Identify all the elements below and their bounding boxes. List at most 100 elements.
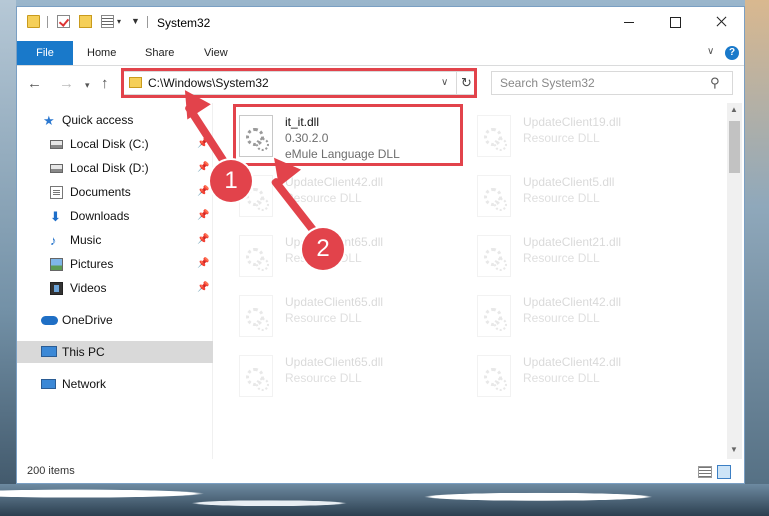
tab-share[interactable]: Share: [145, 41, 174, 65]
file-tile[interactable]: UpdateClient65.dll Resource DLL: [217, 349, 449, 401]
item-count: 200 items: [27, 465, 75, 477]
vertical-scrollbar[interactable]: ▲ ▼: [727, 103, 742, 459]
ribbon-tabs: File Home Share View ∨ ?: [17, 41, 744, 65]
tab-view[interactable]: View: [204, 41, 228, 65]
maximize-button[interactable]: [652, 7, 698, 37]
file-description: Resource DLL: [523, 191, 600, 205]
customize-toolbar-icon[interactable]: ▼: [131, 16, 140, 26]
up-arrow-icon[interactable]: ↑: [101, 75, 109, 92]
title-divider: [147, 16, 148, 28]
file-description: Resource DLL: [523, 131, 600, 145]
pin-icon[interactable]: 📌: [197, 210, 209, 221]
dll-file-icon: [239, 235, 273, 277]
tab-home[interactable]: Home: [87, 41, 116, 65]
minimize-button[interactable]: [606, 7, 652, 37]
sidebar-item-label: Music: [70, 233, 102, 247]
dll-file-icon: [239, 295, 273, 337]
scroll-up-icon[interactable]: ▲: [730, 105, 738, 114]
forward-arrow-icon[interactable]: →: [59, 75, 74, 92]
pin-icon[interactable]: 📌: [197, 186, 209, 197]
disk-icon: [50, 140, 63, 149]
properties-icon[interactable]: [101, 15, 114, 28]
sidebar-item-downloads[interactable]: ⬇ Downloads 📌: [17, 205, 213, 227]
search-input[interactable]: Search System32 ⚲: [491, 71, 733, 95]
sidebar-item-label: This PC: [62, 345, 105, 359]
desktop-background-right: [745, 0, 769, 516]
file-description: Resource DLL: [285, 371, 362, 385]
file-tile[interactable]: UpdateClient42.dll Resource DLL: [217, 169, 449, 221]
sidebar-item-label: Documents: [70, 185, 131, 199]
ribbon-divider: [17, 65, 744, 66]
recent-locations-icon[interactable]: ▾: [85, 80, 90, 91]
file-tile[interactable]: UpdateClient19.dll Resource DLL: [455, 109, 687, 161]
sidebar-item-label: Downloads: [70, 209, 130, 223]
sidebar-item-network[interactable]: Network: [17, 373, 213, 395]
file-description: Resource DLL: [523, 371, 600, 385]
pin-icon[interactable]: 📌: [197, 162, 209, 173]
file-highlight: [233, 104, 463, 166]
details-view-icon[interactable]: [698, 466, 712, 478]
pin-icon[interactable]: 📌: [197, 258, 209, 269]
back-arrow-icon[interactable]: ←: [27, 75, 42, 92]
file-name: UpdateClient42.dll: [285, 175, 384, 189]
sidebar-item-documents[interactable]: Documents 📌: [17, 181, 213, 203]
videos-icon: [50, 282, 63, 295]
file-description: Resource DLL: [523, 251, 600, 265]
file-tile[interactable]: UpdateClient42.dll Resource DLL: [455, 289, 687, 341]
pictures-icon: [50, 258, 63, 271]
tab-file[interactable]: File: [17, 41, 73, 65]
scroll-down-icon[interactable]: ▼: [730, 445, 738, 454]
pin-icon[interactable]: 📌: [197, 282, 209, 293]
search-placeholder: Search System32: [500, 76, 595, 90]
dll-file-icon: [477, 175, 511, 217]
desktop-background-bottom: [0, 484, 769, 516]
file-name: UpdateClient19.dll: [523, 115, 622, 129]
star-icon: ★: [43, 113, 55, 128]
dll-file-icon: [477, 355, 511, 397]
downloads-icon: ⬇: [50, 209, 61, 224]
file-description: Resource DLL: [285, 311, 362, 325]
expand-ribbon-icon[interactable]: ∨: [707, 46, 714, 57]
file-tile[interactable]: UpdateClient5.dll Resource DLL: [455, 169, 687, 221]
network-icon: [41, 379, 56, 389]
sidebar-item-label: OneDrive: [62, 313, 113, 327]
dll-file-icon: [477, 235, 511, 277]
address-bar-highlight: [121, 68, 477, 98]
file-tile[interactable]: UpdateClient42.dll Resource DLL: [455, 349, 687, 401]
tiles-view-icon[interactable]: [717, 465, 731, 479]
pin-icon[interactable]: 📌: [197, 234, 209, 245]
sidebar-item-local-disk-d[interactable]: Local Disk (D:) 📌: [17, 157, 213, 179]
sidebar-item-videos[interactable]: Videos 📌: [17, 277, 213, 299]
file-name: UpdateClient5.dll: [523, 175, 615, 189]
file-tile[interactable]: UpdateClient21.dll Resource DLL: [455, 229, 687, 281]
file-name: UpdateClient42.dll: [523, 295, 622, 309]
status-bar: 200 items: [17, 462, 744, 483]
step-2-badge: 2: [302, 228, 344, 270]
dll-file-icon: [477, 295, 511, 337]
new-folder-icon[interactable]: [79, 15, 92, 28]
window-title: System32: [157, 16, 211, 30]
help-icon[interactable]: ?: [725, 46, 739, 60]
documents-icon: [50, 186, 63, 199]
sidebar-item-local-disk-c[interactable]: Local Disk (C:) 📌: [17, 133, 213, 155]
sidebar-item-this-pc[interactable]: This PC: [17, 341, 213, 363]
search-icon[interactable]: ⚲: [710, 75, 720, 91]
file-name: UpdateClient65.dll: [285, 355, 384, 369]
properties-dropdown-icon[interactable]: ▾: [117, 17, 121, 26]
scrollbar-thumb[interactable]: [729, 121, 740, 173]
properties-checkmark-icon[interactable]: [57, 15, 70, 28]
sidebar-item-label: Local Disk (C:): [70, 137, 149, 151]
sidebar-item-pictures[interactable]: Pictures 📌: [17, 253, 213, 275]
music-icon: ♪: [50, 233, 57, 248]
quick-access-divider: [47, 16, 48, 28]
sidebar-item-label: Pictures: [70, 257, 114, 271]
close-button[interactable]: [698, 7, 744, 37]
sidebar-item-label: Network: [62, 377, 107, 391]
sidebar-item-music[interactable]: ♪ Music 📌: [17, 229, 213, 251]
navigation-pane: ★ Quick access Local Disk (C:) 📌 Local D…: [17, 103, 213, 459]
sidebar-item-label: Local Disk (D:): [70, 161, 149, 175]
this-pc-icon: [41, 346, 57, 357]
file-tile[interactable]: UpdateClient65.dll Resource DLL: [217, 289, 449, 341]
dll-file-icon: [239, 355, 273, 397]
sidebar-item-onedrive[interactable]: OneDrive: [17, 309, 213, 331]
